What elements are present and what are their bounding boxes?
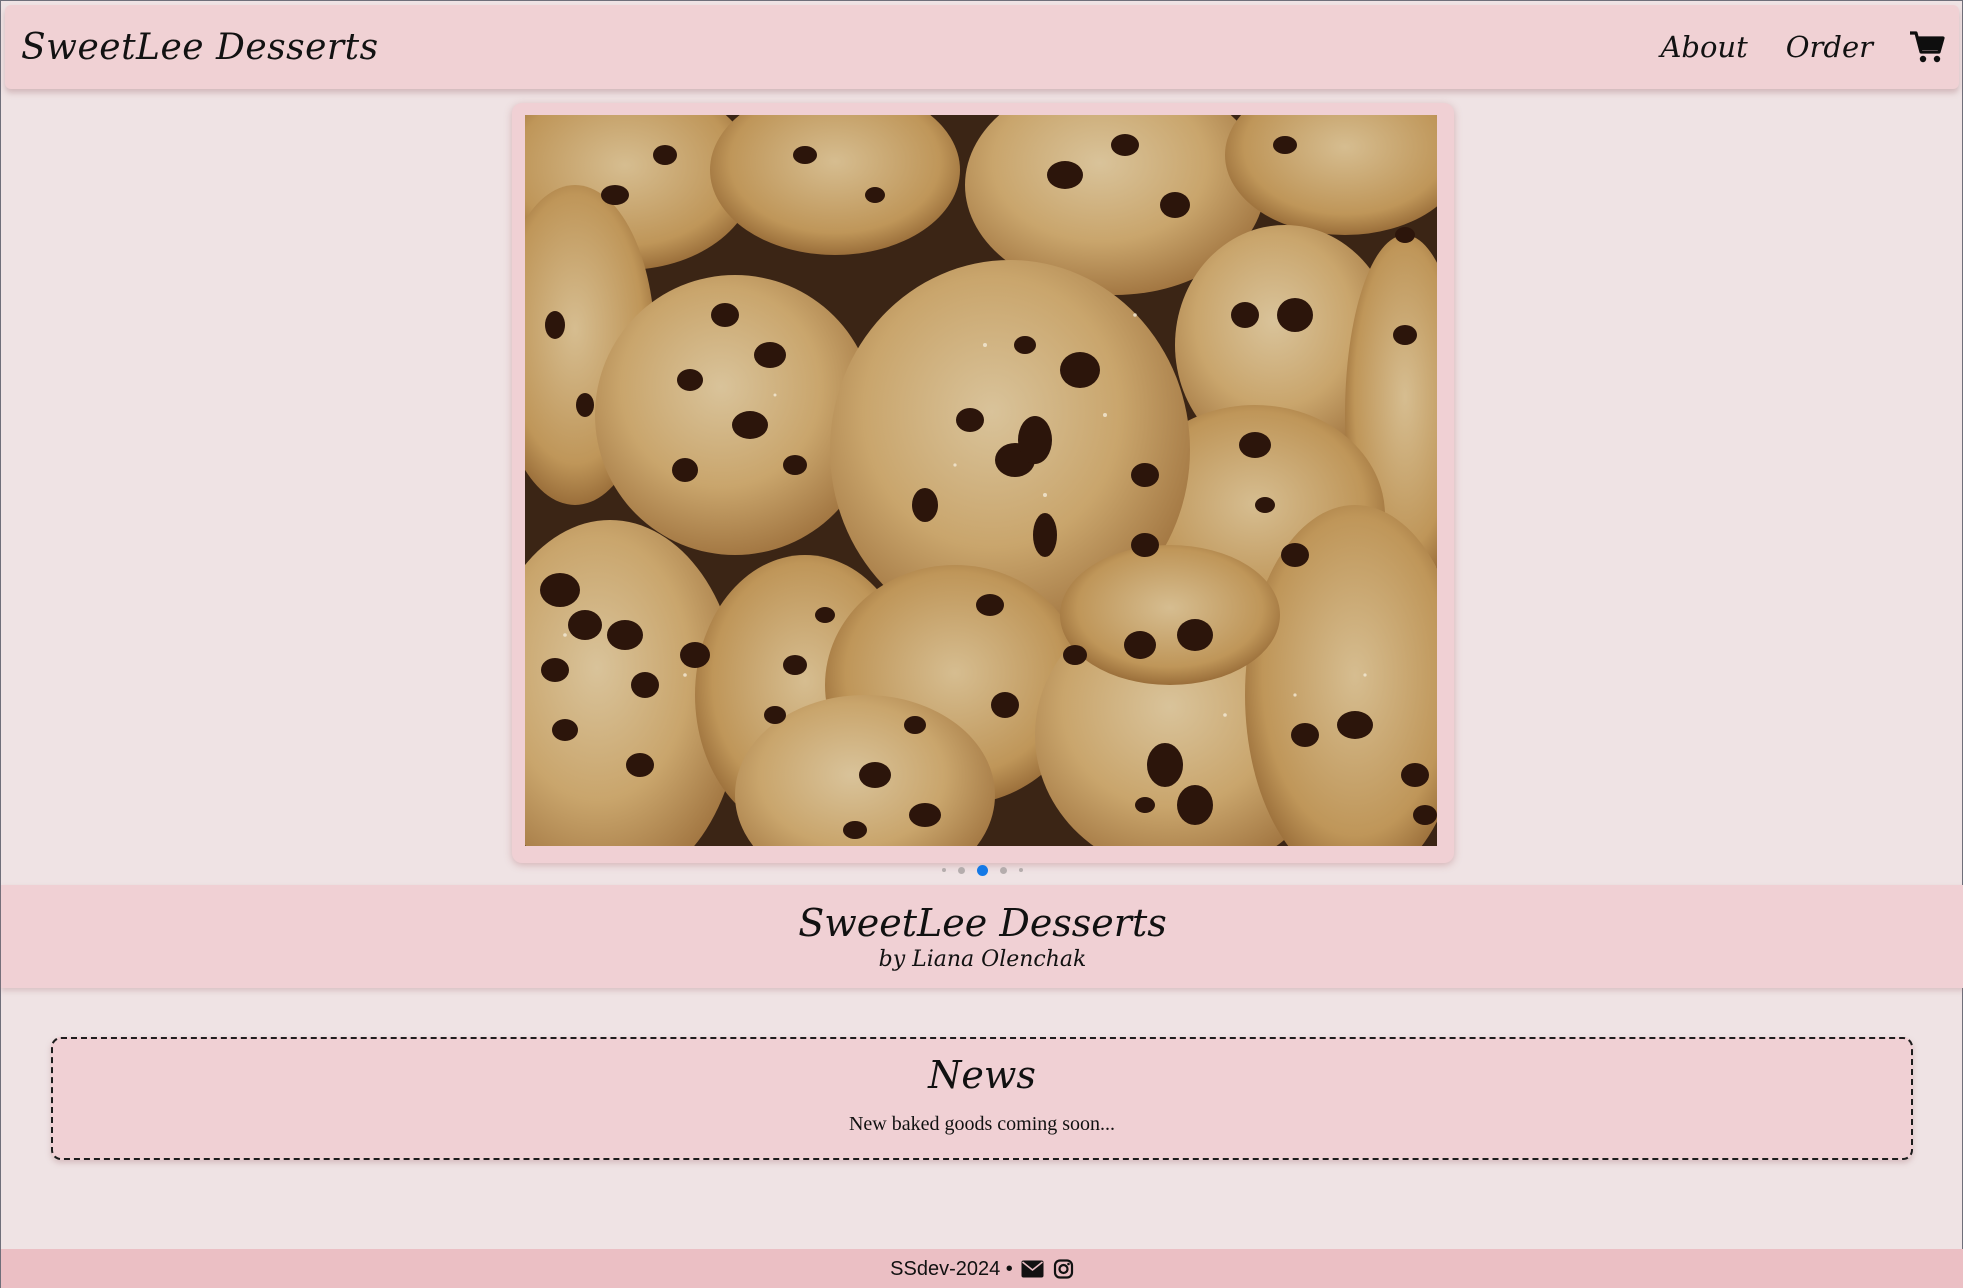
navbar: SweetLee Desserts About Order bbox=[5, 5, 1959, 89]
nav-link-about[interactable]: About bbox=[1660, 30, 1747, 64]
carousel-image-cookies[interactable] bbox=[525, 115, 1437, 846]
nav-link-order[interactable]: Order bbox=[1786, 30, 1873, 64]
brand-logo-link[interactable]: SweetLee Desserts bbox=[21, 27, 379, 68]
nav-links: About Order bbox=[1660, 30, 1945, 64]
carousel-dot-4[interactable] bbox=[1000, 866, 1007, 874]
news-section: News New baked goods coming soon... bbox=[51, 1037, 1913, 1160]
carousel-dot-2[interactable] bbox=[958, 866, 965, 874]
hero-title: SweetLee Desserts bbox=[798, 901, 1167, 945]
hero-banner: SweetLee Desserts by Liana Olenchak bbox=[1, 885, 1963, 988]
shopping-cart-icon[interactable] bbox=[1909, 30, 1945, 64]
carousel-dot-3-active[interactable] bbox=[977, 864, 988, 876]
carousel-dot-1[interactable] bbox=[942, 868, 946, 872]
carousel-frame bbox=[512, 103, 1454, 863]
carousel-indicators bbox=[1, 863, 1963, 877]
hero-subtitle: by Liana Olenchak bbox=[878, 946, 1087, 972]
envelope-icon[interactable] bbox=[1021, 1259, 1044, 1279]
carousel-dot-5[interactable] bbox=[1019, 868, 1023, 872]
news-title: News bbox=[928, 1053, 1036, 1097]
footer-copyright: SSdev-2024 • bbox=[890, 1257, 1013, 1280]
footer: SSdev-2024 • bbox=[1, 1249, 1963, 1288]
instagram-icon[interactable] bbox=[1052, 1259, 1075, 1279]
news-text: New baked goods coming soon... bbox=[848, 1112, 1116, 1135]
